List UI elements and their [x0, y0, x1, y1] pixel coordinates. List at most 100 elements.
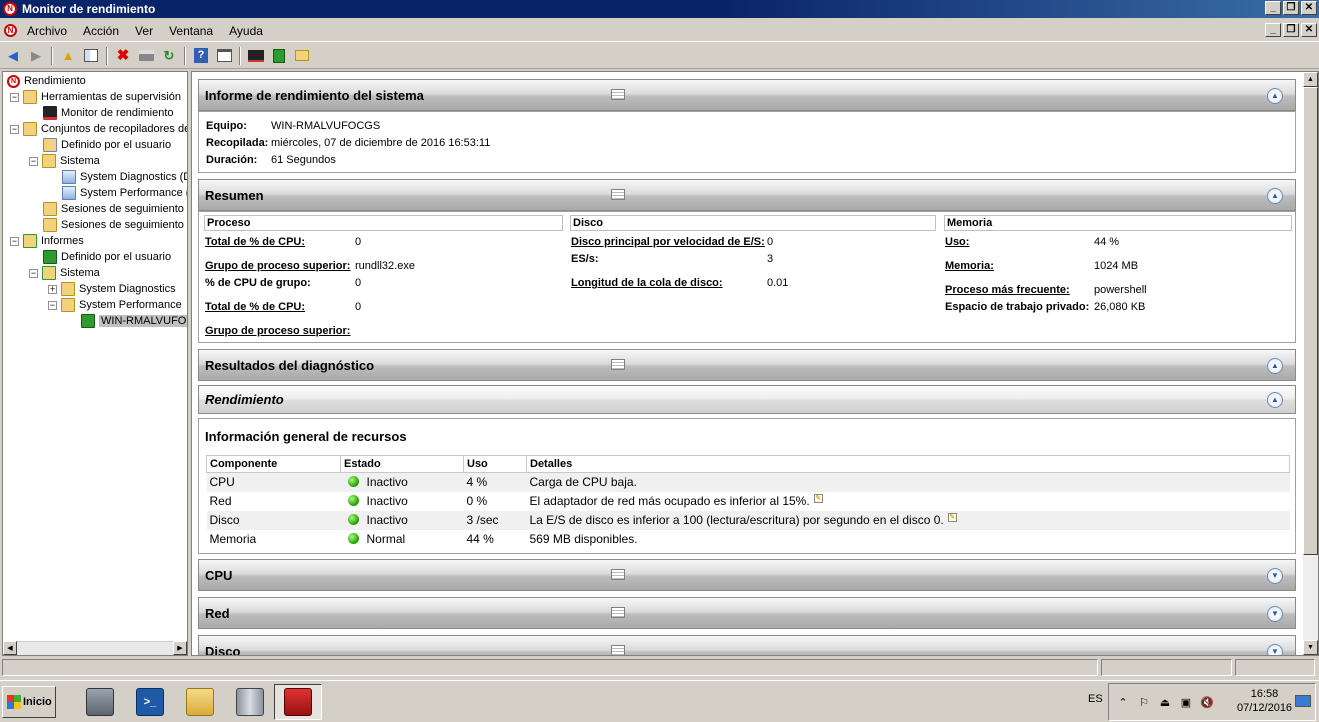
memoria-total-label[interactable]: Memoria: — [945, 260, 994, 272]
memoria-uso-label[interactable]: Uso: — [945, 236, 969, 248]
tree-node-informes[interactable]: − Informes — [10, 233, 84, 249]
menu-archivo[interactable]: Archivo — [19, 24, 75, 38]
taskbar-powershell[interactable]: >_ — [126, 684, 174, 720]
network-icon[interactable]: ▣ — [1178, 694, 1194, 710]
section-header-red[interactable]: Red ▼ — [198, 597, 1296, 629]
mdi-close-button[interactable]: ✕ — [1301, 23, 1317, 37]
tree-node-definido[interactable]: Definido por el usuario — [43, 137, 171, 153]
report-table-icon[interactable] — [611, 645, 625, 655]
disco-cola-label[interactable]: Longitud de la cola de disco: — [571, 277, 723, 289]
mdi-restore-button[interactable]: ❐ — [1283, 23, 1299, 37]
tree-node-sesiones-2[interactable]: Sesiones de seguimiento d — [43, 217, 187, 233]
action-center-flag-icon[interactable]: ⚐ — [1136, 694, 1152, 710]
taskbar-server-manager[interactable] — [76, 684, 124, 720]
edit-note-icon[interactable]: ✎ — [813, 494, 823, 503]
taskbar-perfmon[interactable] — [274, 684, 322, 720]
close-button[interactable]: ✕ — [1301, 1, 1317, 15]
tree-horizontal-scrollbar[interactable]: ◀ ▶ — [3, 641, 187, 655]
system-menu-icon[interactable]: N — [4, 24, 17, 37]
scroll-up-icon[interactable]: ▲ — [1303, 72, 1318, 87]
proceso-grupo2-label[interactable]: Grupo de proceso superior: — [205, 325, 350, 337]
tree-node-system-diagnostics[interactable]: System Diagnostics (D — [62, 169, 187, 185]
edit-note-icon[interactable]: ✎ — [947, 513, 957, 522]
tree-node-sistema[interactable]: − Sistema — [29, 153, 100, 169]
report-table-icon[interactable] — [611, 359, 625, 370]
proceso-cpu2-label[interactable]: Total de % de CPU: — [205, 301, 305, 313]
collapse-icon[interactable]: − — [48, 300, 57, 310]
performance-monitor-icon[interactable] — [246, 46, 266, 66]
tree-node-sesiones-1[interactable]: Sesiones de seguimiento d — [43, 201, 187, 217]
menu-ventana[interactable]: Ventana — [161, 24, 221, 38]
scrollbar-thumb[interactable] — [1303, 87, 1318, 555]
tree-node-system-performance[interactable]: System Performance ( — [62, 185, 187, 201]
tree-node-report-performance[interactable]: − System Performance — [48, 297, 182, 313]
section-header-diagnostico[interactable]: Resultados del diagnóstico ▲ — [198, 349, 1296, 381]
column-header[interactable]: Componente — [206, 455, 341, 473]
expand-section-icon[interactable]: ▼ — [1267, 606, 1283, 622]
proceso-grupo-label[interactable]: Grupo de proceso superior: — [205, 260, 350, 272]
collapse-icon[interactable]: − — [10, 92, 19, 102]
properties-icon[interactable] — [214, 46, 234, 66]
help-icon[interactable]: ? — [191, 46, 211, 66]
minimize-button[interactable]: _ — [1265, 1, 1281, 15]
expand-icon[interactable]: + — [48, 284, 57, 294]
tree-node-conjuntos[interactable]: − Conjuntos de recopiladores de — [10, 121, 187, 137]
section-header-disco[interactable]: Disco ▼ — [198, 635, 1296, 655]
collapse-icon[interactable]: − — [29, 268, 38, 278]
show-hidden-icons-icon[interactable]: ⌃ — [1115, 694, 1131, 710]
expand-section-icon[interactable]: ▼ — [1267, 644, 1283, 655]
volume-muted-icon[interactable]: 🔇 — [1199, 694, 1215, 710]
collapse-section-icon[interactable]: ▲ — [1267, 358, 1283, 374]
back-arrow-icon[interactable]: ◀ — [3, 46, 23, 66]
report-table-icon[interactable] — [611, 569, 625, 580]
maximize-button[interactable]: ❐ — [1283, 1, 1299, 15]
scroll-right-icon[interactable]: ▶ — [173, 641, 187, 655]
up-folder-icon[interactable]: ▲ — [58, 46, 78, 66]
refresh-icon[interactable]: ↻ — [159, 46, 179, 66]
usb-device-icon[interactable]: ⏏ — [1157, 694, 1173, 710]
collapse-icon[interactable]: − — [10, 236, 19, 246]
tree-node-herramientas[interactable]: − Herramientas de supervisión — [10, 89, 181, 105]
tree-node-informes-sistema[interactable]: − Sistema — [29, 265, 100, 281]
tree-node-report-selected[interactable]: WIN-RMALVUFOCG — [81, 313, 187, 329]
start-button[interactable]: Inicio — [2, 686, 56, 718]
menu-accion[interactable]: Acción — [75, 24, 127, 38]
column-header[interactable]: Detalles — [526, 455, 1290, 473]
mdi-minimize-button[interactable]: _ — [1265, 23, 1281, 37]
report-table-icon[interactable] — [611, 89, 625, 100]
tree-node-informes-definido[interactable]: Definido por el usuario — [43, 249, 171, 265]
collapse-icon[interactable]: − — [29, 156, 38, 166]
taskbar-admin-tools[interactable] — [226, 684, 274, 720]
section-header-rendimiento[interactable]: Rendimiento ▲ — [198, 385, 1296, 414]
column-header[interactable]: Uso — [463, 455, 527, 473]
show-desktop-icon[interactable] — [1295, 695, 1311, 707]
taskbar-explorer[interactable] — [176, 684, 224, 720]
clock[interactable]: 16:58 07/12/2016 — [1237, 687, 1292, 715]
tree-node-rendimiento[interactable]: N Rendimiento — [6, 73, 86, 89]
report-table-icon[interactable] — [611, 607, 625, 618]
proceso-cpu-label[interactable]: Total de % de CPU: — [205, 236, 305, 248]
menu-ver[interactable]: Ver — [127, 24, 161, 38]
tree-node-report-diagnostics[interactable]: + System Diagnostics — [48, 281, 176, 297]
section-header-informe[interactable]: Informe de rendimiento del sistema ▲ — [198, 79, 1296, 111]
scroll-left-icon[interactable]: ◀ — [3, 641, 17, 655]
expand-section-icon[interactable]: ▼ — [1267, 568, 1283, 584]
print-icon[interactable] — [136, 46, 156, 66]
scroll-down-icon[interactable]: ▼ — [1303, 640, 1318, 655]
collapse-section-icon[interactable]: ▲ — [1267, 392, 1283, 408]
collapse-section-icon[interactable]: ▲ — [1267, 88, 1283, 104]
folder-icon[interactable] — [292, 46, 312, 66]
content-vertical-scrollbar[interactable]: ▲ ▼ — [1303, 72, 1318, 655]
collapse-icon[interactable]: − — [10, 124, 19, 134]
language-indicator[interactable]: ES — [1088, 693, 1103, 705]
delete-icon[interactable]: ✖ — [113, 46, 133, 66]
section-header-resumen[interactable]: Resumen ▲ — [198, 179, 1296, 211]
memoria-proceso-label[interactable]: Proceso más frecuente: — [945, 284, 1070, 296]
collapse-section-icon[interactable]: ▲ — [1267, 188, 1283, 204]
menu-ayuda[interactable]: Ayuda — [221, 24, 271, 38]
disco-principal-label[interactable]: Disco principal por velocidad de E/S: — [571, 236, 765, 248]
forward-arrow-icon[interactable]: ▶ — [26, 46, 46, 66]
report-table-icon[interactable] — [611, 189, 625, 200]
section-header-cpu[interactable]: CPU ▼ — [198, 559, 1296, 591]
report-icon[interactable] — [269, 46, 289, 66]
